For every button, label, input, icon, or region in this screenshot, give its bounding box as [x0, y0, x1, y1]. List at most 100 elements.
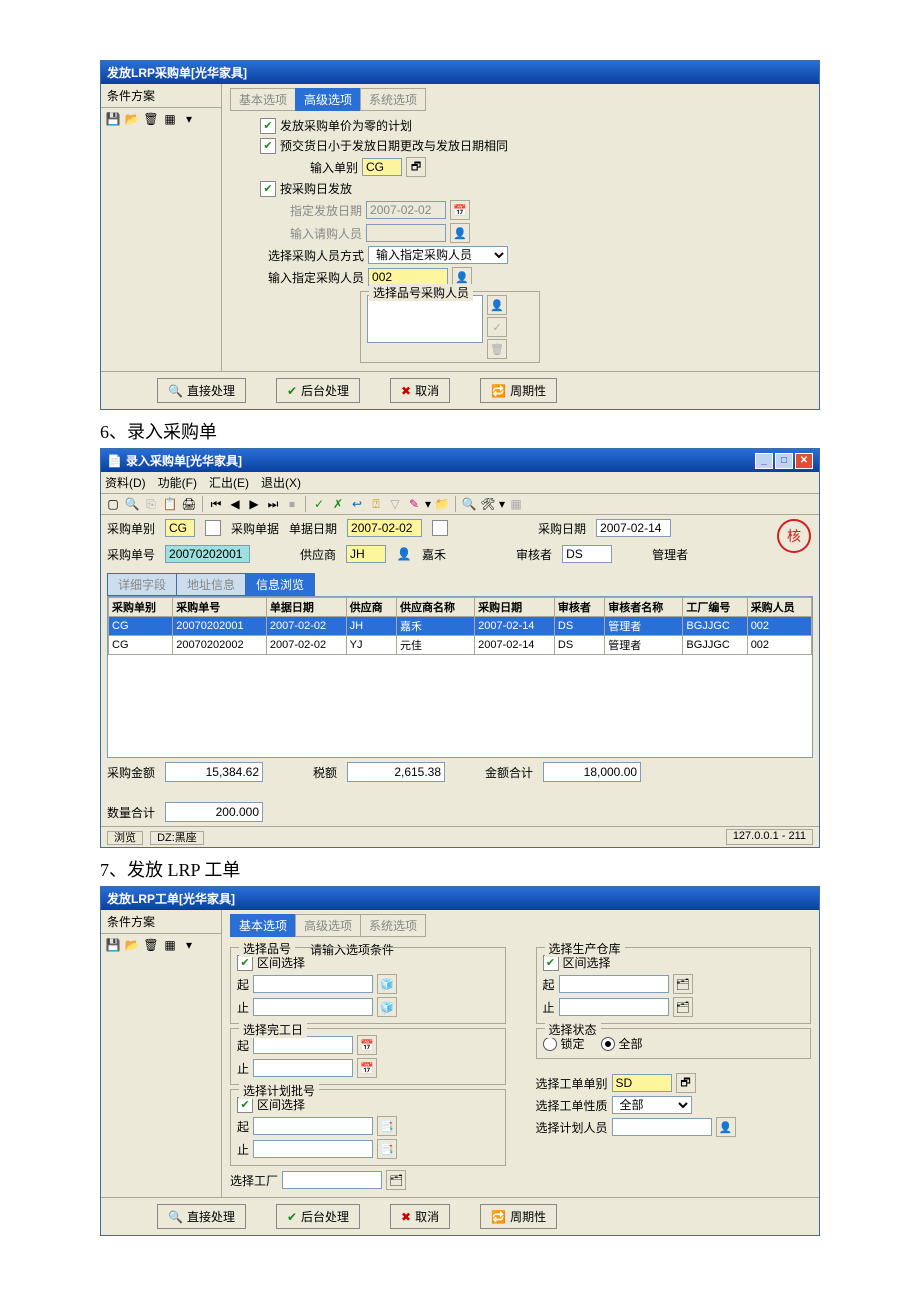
cancel-button[interactable]: ✖取消 [390, 1204, 450, 1229]
input-cat[interactable] [165, 519, 195, 537]
input-ordercat[interactable] [612, 1074, 672, 1092]
grid-icon[interactable]: ▦ [508, 496, 524, 512]
input-planner[interactable] [612, 1118, 712, 1136]
background-button[interactable]: ✔后台处理 [276, 378, 360, 403]
calendar-icon[interactable]: 📅 [450, 200, 470, 220]
person-icon[interactable]: 👤 [450, 223, 470, 243]
input-reviewer[interactable] [562, 545, 612, 563]
checkbox-po[interactable] [205, 520, 221, 536]
lookup-icon[interactable]: 🧊 [377, 974, 397, 994]
checkbox-zero-price[interactable] [260, 118, 276, 134]
titlebar[interactable]: 📄录入采购单[光华家具] _ □ ✕ [101, 449, 819, 472]
new-icon[interactable]: ▢ [105, 496, 121, 512]
props-icon[interactable]: ▦ [162, 111, 178, 127]
preview-icon[interactable]: 🔍 [124, 496, 140, 512]
grid-header[interactable]: 采购单别 [109, 598, 173, 617]
folder2-icon[interactable]: 📁 [434, 496, 450, 512]
lookup-factory-icon[interactable]: 🗂 [386, 1170, 406, 1190]
input-factory[interactable] [282, 1171, 382, 1189]
last-icon[interactable]: ⏭ [265, 496, 281, 512]
periodic-button[interactable]: 🔁周期性 [480, 1204, 557, 1229]
input-podate[interactable] [596, 519, 671, 537]
grid-header[interactable]: 采购单号 [173, 598, 267, 617]
input-batch-to[interactable] [253, 1140, 373, 1158]
select-method[interactable]: 输入指定采购人员 [368, 246, 508, 264]
grid-header[interactable]: 供应商名称 [397, 598, 475, 617]
input-finish-from[interactable] [253, 1036, 353, 1054]
lookup-wh-icon[interactable]: 🗂 [673, 997, 693, 1017]
input-finish-to[interactable] [253, 1059, 353, 1077]
table-row[interactable]: CG200702020022007-02-02YJ元佳2007-02-14DS管… [109, 636, 812, 655]
periodic-button[interactable]: 🔁周期性 [480, 378, 557, 403]
input-batch-from[interactable] [253, 1117, 373, 1135]
radio-all[interactable] [601, 1037, 615, 1051]
input-wh-to[interactable] [559, 998, 669, 1016]
input-part-to[interactable] [253, 998, 373, 1016]
tool-icon[interactable]: ✎ [406, 496, 422, 512]
delete-icon[interactable]: 🗑 [143, 937, 159, 953]
tab-basic[interactable]: 基本选项 [230, 914, 296, 937]
save-icon[interactable]: 💾 [105, 111, 121, 127]
menu-export[interactable]: 汇出(E) [209, 474, 249, 491]
delete-icon[interactable]: 🗑 [143, 111, 159, 127]
grid-header[interactable]: 采购日期 [475, 598, 555, 617]
direct-process-button[interactable]: 🔍直接处理 [157, 378, 246, 403]
checkbox-docdate[interactable] [432, 520, 448, 536]
subtab-detail[interactable]: 详细字段 [107, 573, 177, 596]
filter-icon[interactable]: ▽ [387, 496, 403, 512]
person-icon[interactable]: 👤 [716, 1117, 736, 1137]
print-icon[interactable]: 🖨 [181, 496, 197, 512]
input-part-from[interactable] [253, 975, 373, 993]
checkbox-by-podate[interactable] [260, 181, 276, 197]
minimize-icon[interactable]: _ [755, 453, 773, 469]
grid-header[interactable]: 工厂编号 [683, 598, 747, 617]
input-wh-from[interactable] [559, 975, 669, 993]
lookup-ordercat-icon[interactable]: 🗗 [676, 1073, 696, 1093]
person3-icon[interactable]: 👤 [487, 295, 507, 315]
select-ordernature[interactable]: 全部 [612, 1096, 692, 1114]
tab-basic[interactable]: 基本选项 [230, 88, 296, 111]
direct-process-button[interactable]: 🔍直接处理 [157, 1204, 246, 1229]
dropdown-icon[interactable]: ▾ [181, 937, 197, 953]
grid-header[interactable]: 供应商 [346, 598, 396, 617]
tab-advanced[interactable]: 高级选项 [295, 914, 361, 937]
grid-header[interactable]: 审核者 [554, 598, 604, 617]
folder-icon[interactable]: 📂 [124, 111, 140, 127]
input-docdate[interactable] [347, 519, 422, 537]
background-button[interactable]: ✔后台处理 [276, 1204, 360, 1229]
trash-icon[interactable]: 🗑 [487, 339, 507, 359]
input-supplier[interactable] [346, 545, 386, 563]
titlebar[interactable]: 发放LRP工单[光华家具] [101, 887, 819, 910]
input-type[interactable] [362, 158, 402, 176]
lookup-wh-icon[interactable]: 🗂 [673, 974, 693, 994]
dropdown-icon[interactable]: ▾ [181, 111, 197, 127]
tab-system[interactable]: 系统选项 [360, 914, 426, 937]
lookup2-icon[interactable]: 📑 [377, 1139, 397, 1159]
checkbox-delivery-date[interactable] [260, 138, 276, 154]
lookup-type-icon[interactable]: 🗗 [406, 157, 426, 177]
cancel-button[interactable]: ✖取消 [390, 378, 450, 403]
radio-locked[interactable] [543, 1037, 557, 1051]
calendar-icon[interactable]: 📅 [357, 1035, 377, 1055]
tab-advanced[interactable]: 高级选项 [295, 88, 361, 111]
prev-icon[interactable]: ◀ [227, 496, 243, 512]
save-icon[interactable]: 💾 [105, 937, 121, 953]
menu-func[interactable]: 功能(F) [158, 474, 197, 491]
subtab-browse[interactable]: 信息浏览 [245, 573, 315, 596]
subtab-address[interactable]: 地址信息 [176, 573, 246, 596]
table-row[interactable]: CG200702020012007-02-02JH嘉禾2007-02-14DS管… [109, 617, 812, 636]
paste-icon[interactable]: 📋 [162, 496, 178, 512]
props-icon[interactable]: ▦ [162, 937, 178, 953]
textarea-part-person[interactable] [367, 295, 483, 343]
check-icon[interactable]: ✓ [487, 317, 507, 337]
first-icon[interactable]: ⏮ [208, 496, 224, 512]
input-ponum[interactable] [165, 545, 250, 563]
supplier-icon[interactable]: 👤 [396, 546, 412, 562]
next-icon[interactable]: ▶ [246, 496, 262, 512]
close-icon[interactable]: ✕ [795, 453, 813, 469]
approve-icon[interactable]: ✓ [311, 496, 327, 512]
grid-header[interactable]: 采购人员 [747, 598, 811, 617]
reject-icon[interactable]: ✗ [330, 496, 346, 512]
copy-icon[interactable]: ⎘ [143, 496, 159, 512]
stamp-icon[interactable]: ⍰ [368, 496, 384, 512]
